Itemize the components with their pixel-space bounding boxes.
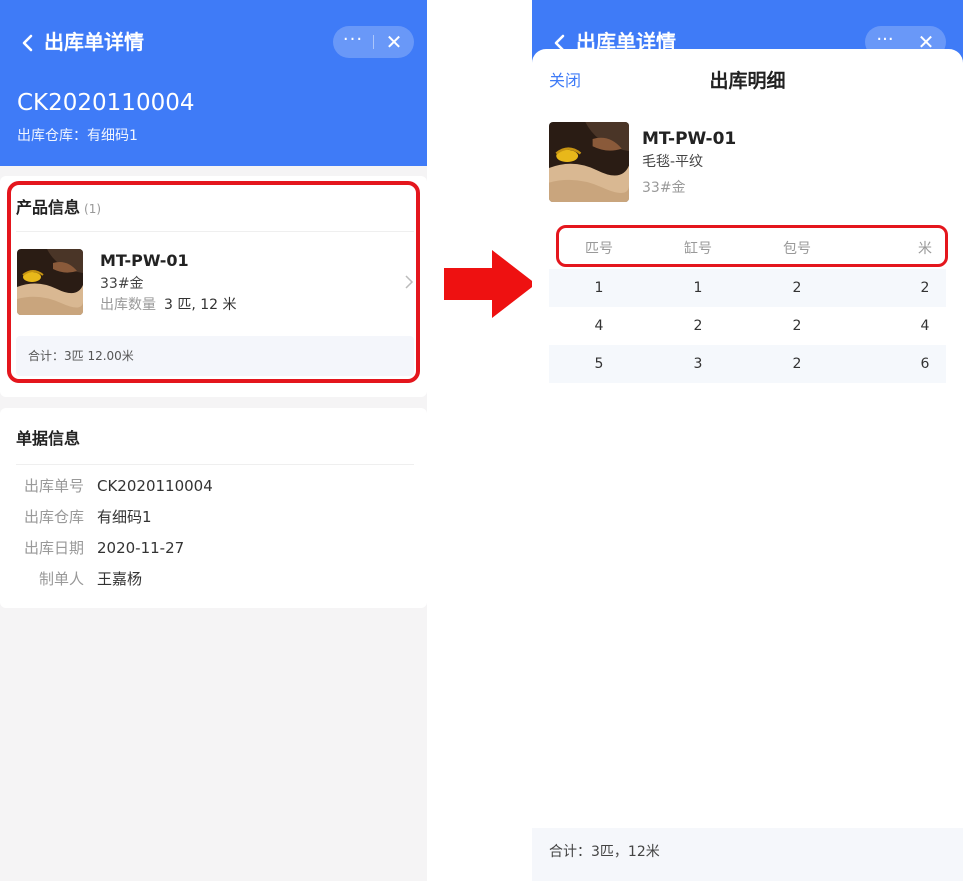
info-row-creator: 制单人 王嘉杨 (0, 569, 427, 589)
info-row-date: 出库日期 2020-11-27 (0, 538, 427, 558)
info-label: 出库单号 (23, 477, 84, 495)
doc-section-title: 单据信息 (16, 429, 81, 448)
order-number: CK2020110004 (17, 90, 195, 116)
table-row: 4 2 2 4 (549, 307, 946, 345)
table-cell: 1 (594, 280, 604, 296)
table-row: 1 1 2 2 (549, 269, 946, 307)
document-info-card: 单据信息 出库单号 CK2020110004 出库仓库 有细码1 出库日期 20… (0, 408, 427, 608)
table-cell: 2 (792, 356, 802, 372)
info-value: 2020-11-27 (97, 539, 185, 557)
table-cell: 3 (693, 356, 703, 372)
info-label: 出库日期 (23, 539, 84, 557)
product-color: 33#金 (642, 180, 686, 196)
info-row-order-no: 出库单号 CK2020110004 (0, 476, 427, 496)
info-value: 有细码1 (97, 508, 152, 526)
product-thumbnail (549, 122, 629, 202)
product-name: MT-PW-01 (642, 129, 737, 149)
menu-capsule: ··· ✕ (333, 26, 414, 58)
info-value: 王嘉杨 (97, 570, 143, 588)
table-cell: 2 (920, 280, 930, 296)
sheet-total: 合计：3匹，12米 (532, 828, 963, 881)
table-row: 5 3 2 6 (549, 345, 946, 383)
table-cell: 5 (594, 356, 604, 372)
back-arrow-icon[interactable] (18, 33, 38, 53)
direction-arrow-icon (444, 250, 536, 318)
more-icon[interactable]: ··· (333, 26, 373, 58)
info-label: 制单人 (38, 570, 84, 588)
table-cell: 4 (594, 318, 604, 334)
page-title: 出库单详情 (44, 30, 144, 54)
table-cell: 2 (693, 318, 703, 334)
info-label: 出库仓库 (23, 508, 84, 526)
product-category: 毛毯-平纹 (642, 154, 704, 170)
divider (16, 464, 414, 465)
table-cell: 4 (920, 318, 930, 334)
warehouse-line: 出库仓库：有细码1 (17, 128, 138, 144)
sheet-title: 出库明细 (709, 70, 786, 92)
highlight-box (556, 225, 948, 267)
table-cell: 2 (792, 318, 802, 334)
close-icon[interactable]: ✕ (374, 26, 414, 58)
table-cell: 2 (792, 280, 802, 296)
outbound-detail-screen: 出库单详情 ··· ✕ 关闭 出库明细 MT-PW-01 毛毯-平纹 33#金 … (532, 0, 963, 881)
info-value: CK2020110004 (97, 477, 213, 495)
order-detail-screen: 出库单详情 ··· ✕ CK2020110004 出库仓库：有细码1 产品信息(… (0, 0, 427, 881)
table-cell: 6 (920, 356, 930, 372)
info-row-warehouse: 出库仓库 有细码1 (0, 507, 427, 527)
highlight-box (7, 181, 420, 383)
table-cell: 1 (693, 280, 703, 296)
detail-sheet: 关闭 出库明细 MT-PW-01 毛毯-平纹 33#金 匹号 缸号 包号 米 1… (532, 49, 963, 881)
header: 出库单详情 ··· ✕ CK2020110004 出库仓库：有细码1 (0, 0, 427, 166)
nav-bar: 出库单详情 ··· ✕ (0, 26, 427, 58)
